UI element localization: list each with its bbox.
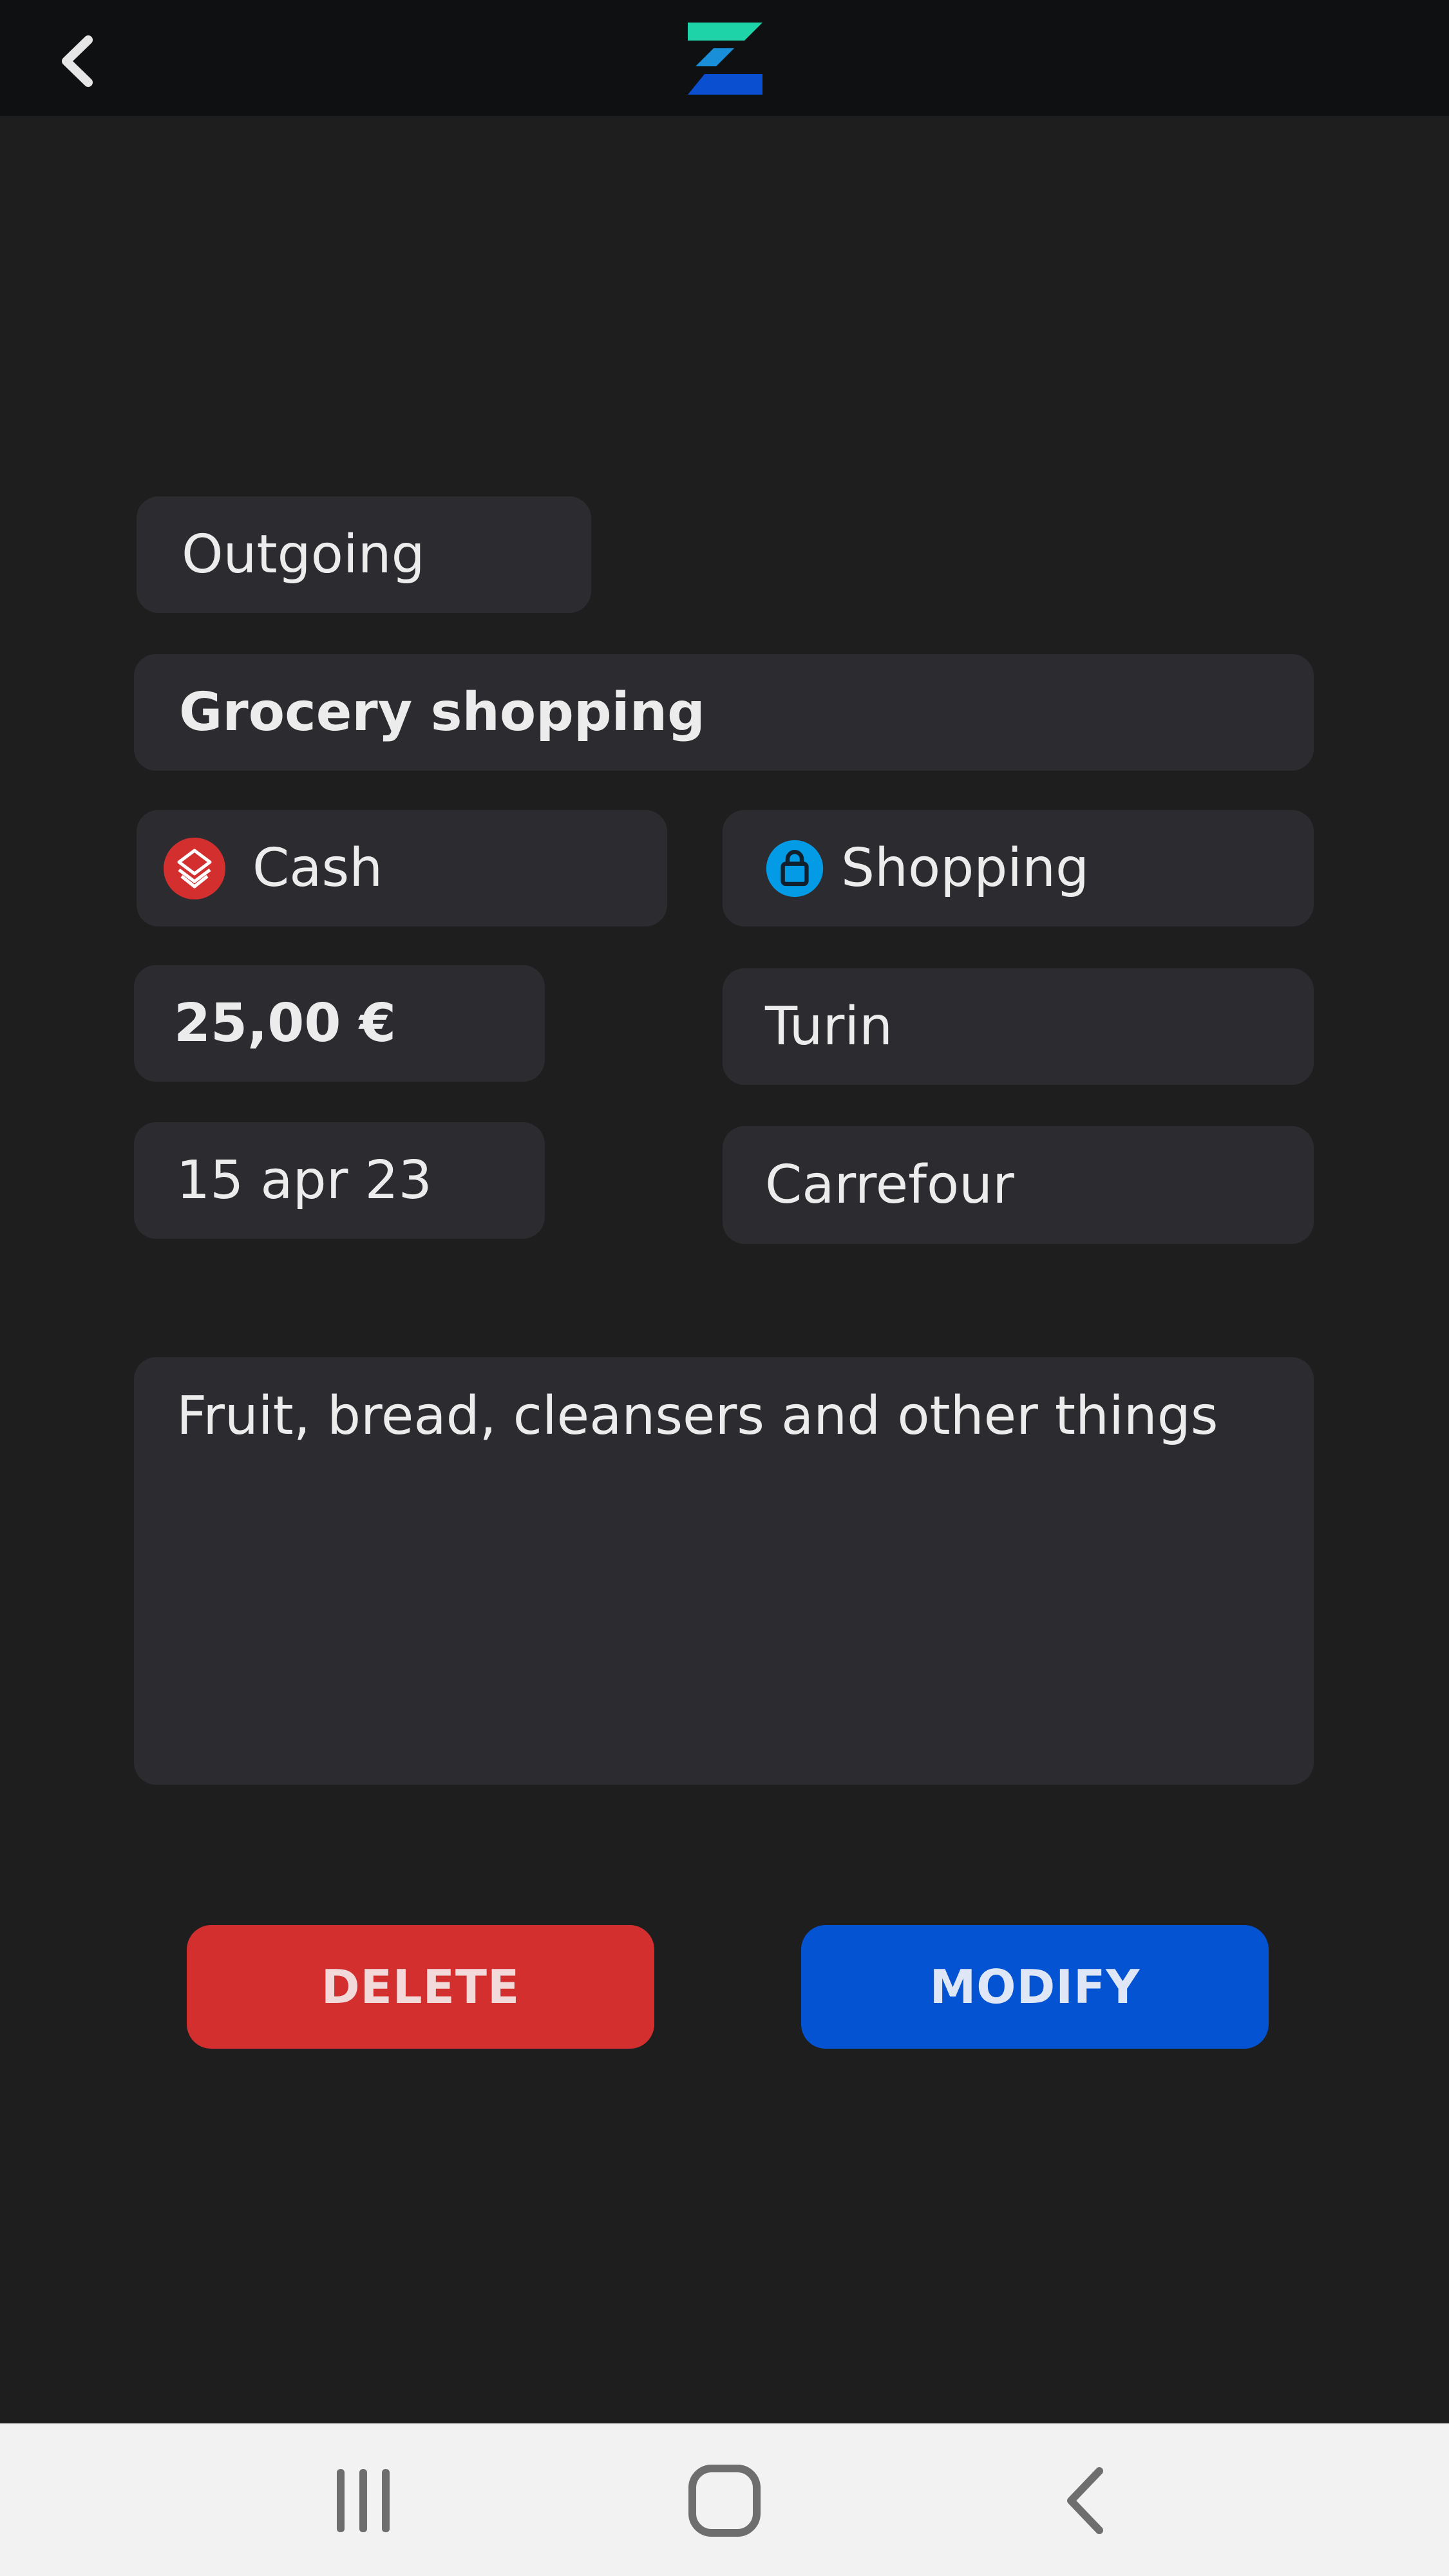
back-icon: [1067, 2467, 1103, 2534]
city-field[interactable]: Turin: [723, 968, 1314, 1085]
notes-value: Fruit, bread, cleansers and other things: [176, 1386, 1218, 1447]
app-logo-icon: [688, 23, 762, 95]
delete-button-label: DELETE: [321, 1960, 520, 2014]
recent-apps-icon: [337, 2469, 390, 2532]
app-header: [0, 0, 1449, 116]
store-value: Carrefour: [765, 1154, 1014, 1216]
wallet-selector[interactable]: Cash: [137, 810, 667, 926]
amount-value: 25,00 €: [174, 993, 396, 1054]
system-navigation-bar: [0, 2423, 1449, 2576]
modify-button[interactable]: MODIFY: [801, 1925, 1269, 2049]
shopping-bag-icon: [766, 840, 824, 897]
notes-textarea[interactable]: Fruit, bread, cleansers and other things: [134, 1357, 1314, 1785]
date-value: 15 apr 23: [176, 1150, 432, 1211]
back-button[interactable]: [45, 29, 109, 93]
wallet-value: Cash: [252, 838, 383, 899]
title-field[interactable]: Grocery shopping: [134, 654, 1314, 771]
category-selector[interactable]: Shopping: [723, 810, 1314, 926]
modify-button-label: MODIFY: [929, 1960, 1141, 2014]
system-back-button[interactable]: [1034, 2449, 1137, 2552]
transaction-type-value: Outgoing: [182, 524, 425, 585]
delete-button[interactable]: DELETE: [187, 1925, 654, 2049]
title-value: Grocery shopping: [179, 682, 705, 743]
date-field[interactable]: 15 apr 23: [134, 1122, 545, 1239]
store-field[interactable]: Carrefour: [723, 1126, 1314, 1244]
cash-icon: [164, 837, 225, 899]
transaction-type-field[interactable]: Outgoing: [137, 496, 591, 613]
category-value: Shopping: [841, 838, 1090, 899]
chevron-left-icon: [62, 35, 93, 87]
recent-apps-button[interactable]: [312, 2449, 415, 2552]
home-icon: [688, 2465, 761, 2537]
home-button[interactable]: [673, 2449, 776, 2552]
city-value: Turin: [765, 996, 893, 1057]
amount-field[interactable]: 25,00 €: [134, 965, 545, 1082]
